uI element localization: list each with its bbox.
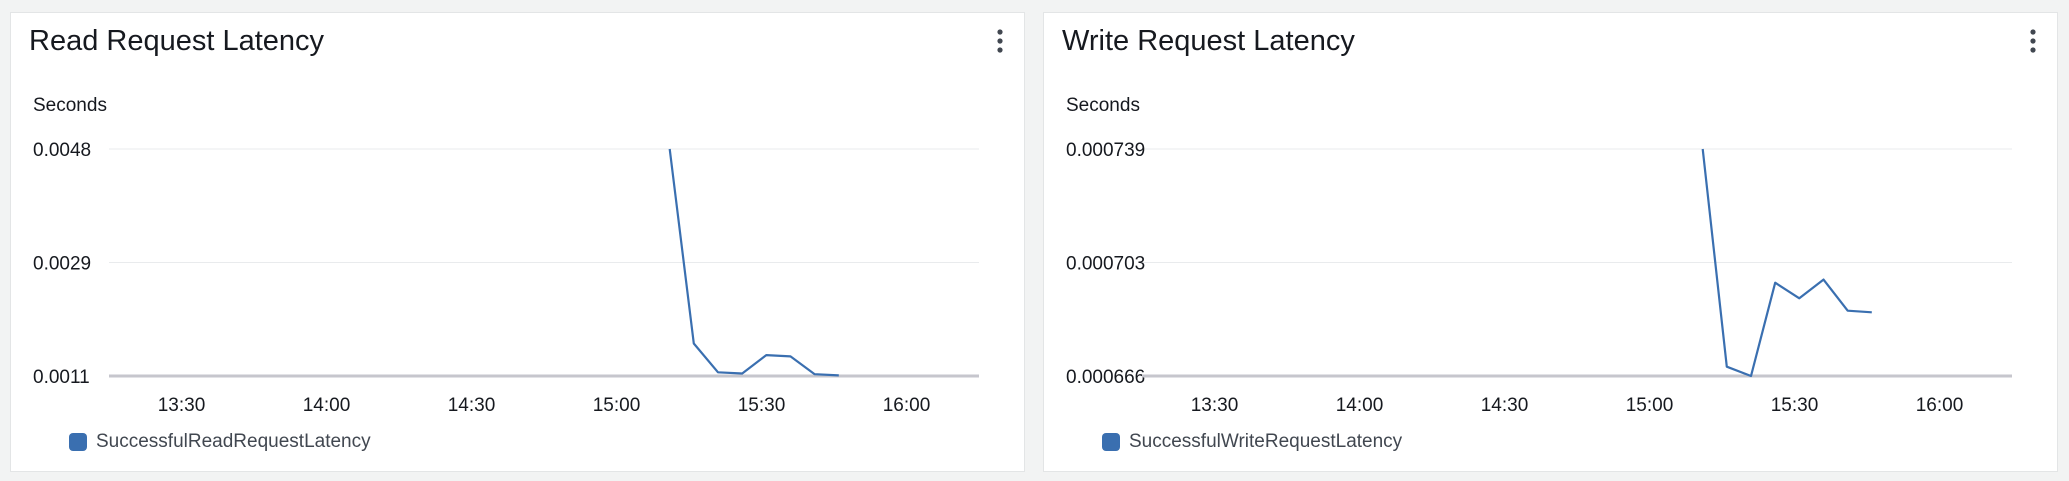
y-tick-label: 0.0011 [33,367,90,388]
x-tick-label: 16:00 [1916,395,1964,416]
legend-swatch [69,433,87,451]
y-tick-label: 0.000739 [1066,140,1145,161]
legend-label: SuccessfulWriteRequestLatency [1129,431,1403,452]
y-tick-label: 0.000666 [1066,367,1145,388]
x-tick-label: 14:30 [448,395,496,416]
legend-item[interactable]: SuccessfulWriteRequestLatency [1102,431,1402,453]
legend-swatch [1102,433,1120,451]
y-tick-label: 0.000703 [1066,254,1145,275]
x-tick-label: 14:30 [1481,395,1529,416]
legend-label: SuccessfulReadRequestLatency [96,431,371,452]
x-tick-label: 15:00 [1626,395,1674,416]
x-tick-label: 14:00 [1336,395,1384,416]
write-latency-chart: 0.000739 0.000703 0.000666 13:30 14:00 14:30 1… [1066,140,2012,416]
x-tick-label: 13:30 [158,395,206,416]
x-tick-label: 15:30 [1771,395,1819,416]
x-tick-label: 15:00 [593,395,641,416]
write-latency-panel: Write Request Latency Seconds 0.000739 0.… [1043,12,2058,472]
x-tick-label: 13:30 [1191,395,1239,416]
read-latency-panel: Read Request Latency Seconds 0.0048 0.002… [10,12,1025,472]
read-latency-chart: 0.0048 0.0029 0.0011 13:30 14:00 14:30 15:00 15… [33,140,979,416]
x-tick-label: 14:00 [303,395,351,416]
y-tick-label: 0.0048 [33,140,91,161]
x-tick-label: 15:30 [738,395,786,416]
x-tick-label: 16:00 [883,395,931,416]
legend-item[interactable]: SuccessfulReadRequestLatency [69,431,371,453]
y-tick-label: 0.0029 [33,254,91,275]
